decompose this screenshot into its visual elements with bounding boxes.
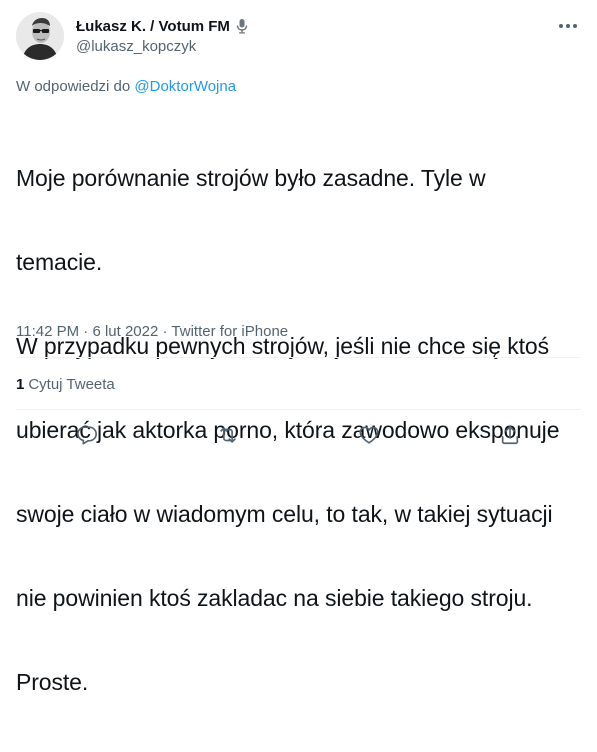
divider xyxy=(16,409,581,410)
more-icon xyxy=(559,24,577,28)
author-name-row: Łukasz K. / Votum FM xyxy=(76,16,249,36)
author-handle[interactable]: @lukasz_kopczyk xyxy=(76,38,249,55)
reply-icon xyxy=(76,426,97,445)
author-display-name[interactable]: Łukasz K. / Votum FM xyxy=(76,18,230,35)
tweet-text-line: swoje ciało w wiadomym celu, to tak, w t… xyxy=(16,501,553,527)
tweet-text-line: Proste. xyxy=(16,669,89,695)
reply-mention-link[interactable]: @DoktorWojna xyxy=(134,78,236,95)
tweet-text-line: nie powinien ktoś zakladac na siebie tak… xyxy=(16,585,533,611)
reply-context-prefix: W odpowiedzi do xyxy=(16,78,131,95)
tweet-time[interactable]: 11:42 PM xyxy=(16,323,79,340)
reply-context: W odpowiedzi do @DoktorWojna xyxy=(16,78,236,95)
tweet-actions xyxy=(16,420,581,450)
retweet-icon xyxy=(220,427,236,443)
like-icon xyxy=(359,426,379,444)
tweet-detail: Łukasz K. / Votum FM @lukasz_kopczyk W o… xyxy=(0,0,597,695)
author-block: Łukasz K. / Votum FM @lukasz_kopczyk xyxy=(76,16,249,55)
avatar[interactable] xyxy=(16,12,64,60)
tweet-meta: 11:42 PM · 6 lut 2022 · Twitter for iPho… xyxy=(16,323,288,340)
divider xyxy=(16,357,581,358)
microphone-icon xyxy=(235,18,249,34)
retweet-button[interactable] xyxy=(211,420,245,450)
share-button[interactable] xyxy=(493,420,527,450)
tweet-text-line: temacie. xyxy=(16,249,103,275)
share-icon xyxy=(502,425,519,445)
quote-count: 1 xyxy=(16,376,25,393)
tweet-header: Łukasz K. / Votum FM @lukasz_kopczyk xyxy=(16,12,586,62)
meta-separator: · xyxy=(83,323,89,340)
avatar-icon xyxy=(16,12,64,60)
more-button[interactable] xyxy=(554,16,582,36)
like-button[interactable] xyxy=(352,420,386,450)
tweet-text-line: Moje porównanie strojów było zasadne. Ty… xyxy=(16,165,486,191)
reply-button[interactable] xyxy=(70,420,104,450)
tweet-date[interactable]: 6 lut 2022 xyxy=(92,323,158,340)
meta-separator: · xyxy=(162,323,168,340)
tweet-source-link[interactable]: Twitter for iPhone xyxy=(171,323,288,340)
quote-label: Cytuj Tweeta xyxy=(28,376,115,393)
tweet-stats[interactable]: 1 Cytuj Tweeta xyxy=(16,376,115,393)
